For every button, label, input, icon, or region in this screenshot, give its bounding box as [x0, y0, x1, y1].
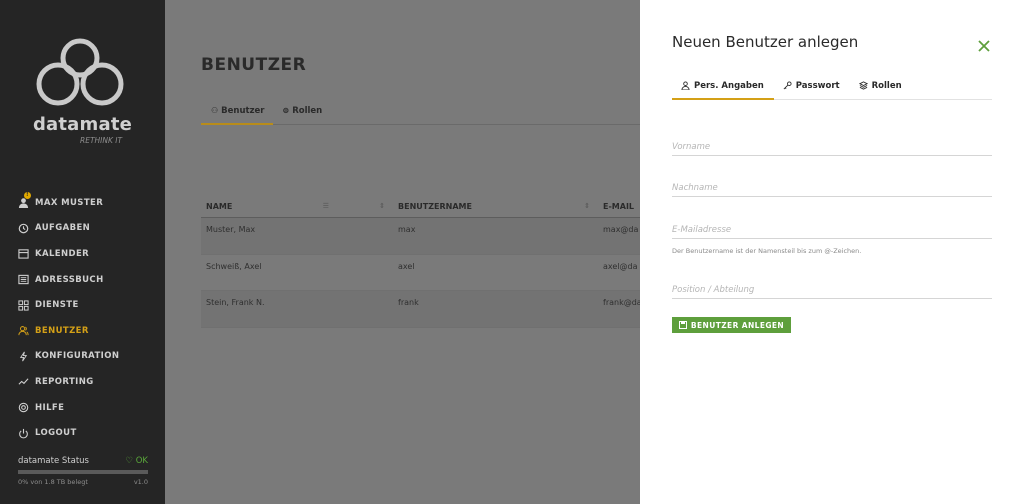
sidebar-item-adressbuch[interactable]: ADRESSBUCH	[0, 267, 165, 293]
tab-rollen[interactable]: ⊜ Rollen	[273, 103, 331, 125]
tab-rollen[interactable]: Rollen	[850, 77, 912, 100]
panel-title: Neuen Benutzer anlegen	[672, 33, 859, 51]
sidebar-item-label: REPORTING	[35, 376, 94, 387]
sidebar-nav: ! MAX MUSTER AUFGABEN KALENDER ADRESSBUC…	[0, 190, 165, 446]
close-icon[interactable]	[976, 38, 992, 54]
bolt-icon	[18, 351, 29, 362]
sidebar-item-label: LOGOUT	[35, 428, 77, 439]
sidebar-item-kalender[interactable]: KALENDER	[0, 241, 165, 267]
cell-name: Schweiß, Axel	[206, 261, 262, 271]
brand-tagline: RETHINK IT	[80, 136, 123, 145]
brand-name: datamate	[32, 114, 133, 135]
sidebar-item-label: AUFGABEN	[35, 223, 91, 234]
panel-tabs: Pers. Angaben Passwort Rollen	[672, 77, 992, 100]
key-icon	[783, 81, 792, 90]
cell-username: max	[398, 225, 416, 234]
create-user-button[interactable]: BENUTZER ANLEGEN	[672, 317, 791, 333]
tab-passwort[interactable]: Passwort	[774, 77, 850, 100]
save-icon	[678, 321, 687, 329]
power-icon	[18, 428, 29, 439]
sidebar-item-dienste[interactable]: DIENSTE	[0, 292, 165, 318]
table-row[interactable]: Muster, Max max max@da	[201, 218, 640, 255]
table-row[interactable]: Schweiß, Axel axel axel@da	[201, 255, 640, 291]
table-header: NAME ☰ ⇕ BENUTZERNAME ⇕ E-MAIL	[201, 196, 640, 218]
tab-label: Rollen	[292, 106, 323, 116]
sidebar-item-label: KALENDER	[35, 248, 90, 259]
users-icon	[18, 325, 29, 336]
column-header-benutzername[interactable]: BENUTZERNAME ⇕	[393, 202, 598, 211]
column-header-email[interactable]: E-MAIL	[598, 202, 640, 211]
header-label: BENUTZERNAME	[398, 202, 472, 211]
status-value: OK	[135, 456, 148, 466]
email-input[interactable]	[672, 221, 992, 239]
system-status: datamate Status ♡ OK 0% von 1.8 TB beleg…	[18, 456, 148, 486]
tab-benutzer[interactable]: ⚇ Benutzer	[201, 103, 273, 125]
sidebar-item-benutzer[interactable]: BENUTZER	[0, 318, 165, 344]
status-label: datamate Status	[18, 456, 89, 466]
header-label: E-MAIL	[603, 202, 635, 211]
position-input[interactable]	[672, 281, 992, 299]
last-name-input[interactable]	[672, 179, 992, 197]
sidebar-item-konfiguration[interactable]: KONFIGURATION	[0, 344, 165, 370]
sidebar-item-label: MAX MUSTER	[35, 197, 104, 208]
cell-name: Stein, Frank N.	[206, 298, 265, 307]
new-user-panel: Neuen Benutzer anlegen Pers. Angaben Pas…	[640, 0, 1024, 504]
tab-label: Passwort	[795, 81, 840, 91]
user-icon	[681, 81, 690, 90]
calendar-icon	[18, 248, 29, 260]
storage-bar	[18, 470, 148, 474]
button-label: BENUTZER ANLEGEN	[690, 320, 785, 330]
cell-name: Muster, Max	[206, 225, 256, 234]
sort-icon[interactable]: ⇕	[379, 202, 385, 210]
tab-label: Benutzer	[221, 106, 265, 116]
layers-icon	[858, 81, 868, 90]
table-row[interactable]: Stein, Frank N. frank frank@da	[201, 291, 640, 328]
sidebar-item-label: KONFIGURATION	[35, 351, 120, 362]
cell-email: max@da	[603, 225, 639, 234]
sidebar-item-label: HILFE	[35, 402, 65, 413]
notification-badge: !	[24, 192, 31, 199]
sidebar-item-label: ADRESSBUCH	[35, 274, 104, 285]
page-title: BENUTZER	[201, 55, 307, 75]
sidebar-item-reporting[interactable]: REPORTING	[0, 369, 165, 395]
users-table: NAME ☰ ⇕ BENUTZERNAME ⇕ E-MAIL Muster, M…	[201, 196, 640, 328]
sort-icon[interactable]: ☰	[323, 202, 329, 210]
sidebar: datamate RETHINK IT ! MAX MUSTER AUFGABE…	[0, 0, 165, 504]
sidebar-item-user[interactable]: ! MAX MUSTER	[0, 190, 165, 216]
cell-email: frank@da	[603, 298, 640, 307]
status-ok: ♡ OK	[125, 456, 148, 466]
layers-icon: ⊜	[282, 106, 290, 115]
column-header-name[interactable]: NAME ☰ ⇕	[201, 202, 393, 211]
lifebuoy-icon	[18, 402, 29, 413]
sidebar-item-aufgaben[interactable]: AUFGABEN	[0, 216, 165, 242]
users-icon: ⚇	[211, 106, 219, 115]
version: v1.0	[133, 478, 148, 486]
tab-label: Pers. Angaben	[694, 81, 764, 91]
storage-text: 0% von 1.8 TB belegt	[18, 478, 88, 486]
sidebar-item-label: BENUTZER	[35, 325, 89, 336]
main-content: BENUTZER ⚇ Benutzer ⊜ Rollen NAME ☰ ⇕ BE…	[165, 0, 640, 504]
sort-icon[interactable]: ⇕	[584, 202, 590, 210]
sidebar-item-hilfe[interactable]: HILFE	[0, 395, 165, 421]
cell-username: frank	[398, 298, 419, 307]
heart-icon: ♡	[125, 456, 134, 466]
grid-icon	[18, 300, 29, 311]
sidebar-item-label: DIENSTE	[35, 300, 79, 311]
clock-icon	[18, 223, 29, 234]
sidebar-item-logout[interactable]: LOGOUT	[0, 420, 165, 446]
tab-label: Rollen	[871, 81, 902, 91]
username-hint: Der Benutzername ist der Namensteil bis …	[672, 247, 862, 255]
brand: datamate RETHINK IT	[0, 114, 165, 145]
main-tabs: ⚇ Benutzer ⊜ Rollen	[201, 103, 640, 125]
cell-email: axel@da	[603, 261, 638, 271]
addressbook-icon	[18, 274, 29, 285]
chart-icon	[18, 376, 29, 387]
cell-username: axel	[398, 261, 415, 271]
tab-pers-angaben[interactable]: Pers. Angaben	[672, 77, 774, 100]
first-name-input[interactable]	[672, 138, 992, 156]
header-label: NAME	[206, 202, 233, 211]
datamate-logo-icon	[36, 38, 124, 106]
